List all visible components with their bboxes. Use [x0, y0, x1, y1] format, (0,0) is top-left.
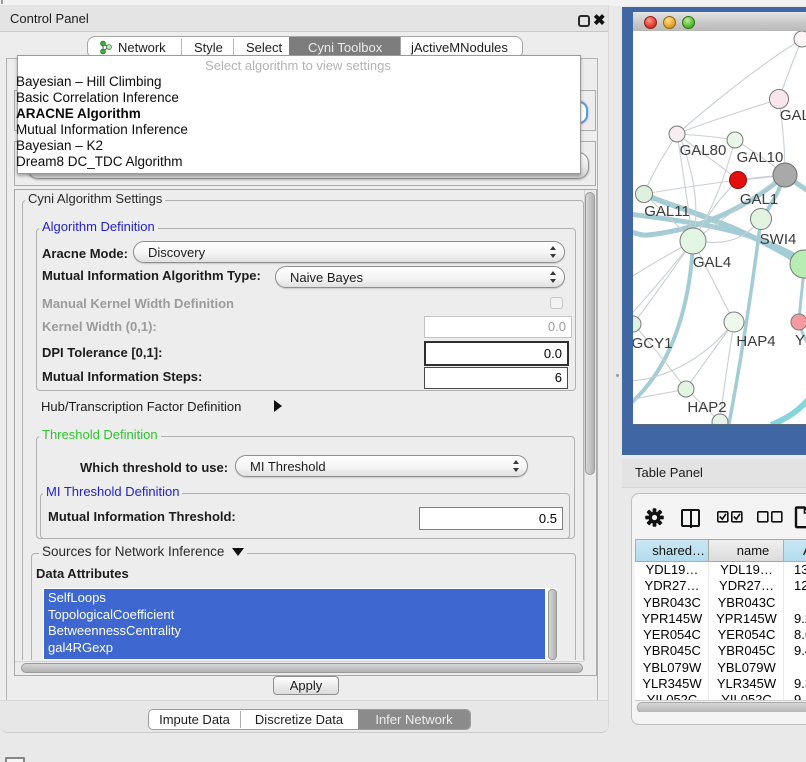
svg-text:GAL1: GAL1 [740, 191, 778, 208]
svg-text:SWI4: SWI4 [760, 231, 797, 248]
svg-text:GAL80: GAL80 [680, 142, 727, 159]
svg-text:GAL11: GAL11 [644, 203, 690, 220]
svg-text:GAL2: GAL2 [780, 107, 806, 124]
svg-text:GAL4: GAL4 [693, 254, 731, 271]
svg-text:GAL10: GAL10 [737, 149, 784, 166]
svg-text:HAP2: HAP2 [687, 399, 726, 416]
svg-text:HAP4: HAP4 [736, 333, 775, 350]
svg-text:GCY1: GCY1 [633, 335, 672, 352]
svg-text:YB: YB [795, 332, 806, 349]
